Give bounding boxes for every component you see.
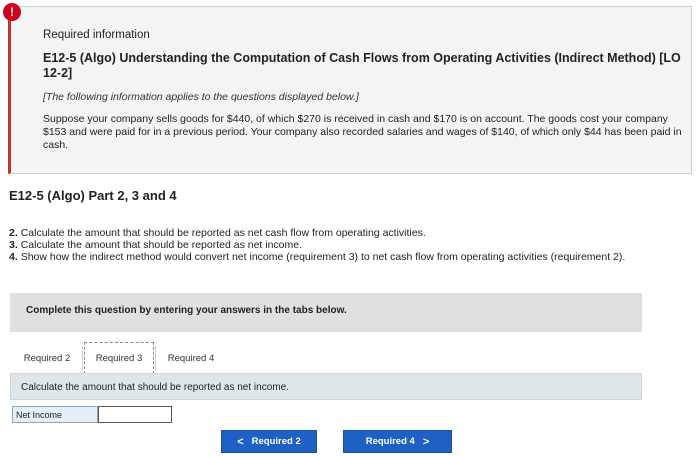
tab-instruction-bar: Calculate the amount that should be repo…	[10, 373, 642, 400]
next-required-button[interactable]: Required 4 >	[343, 430, 452, 453]
tab-required-4[interactable]: Required 4	[158, 342, 224, 374]
complete-question-text: Complete this question by entering your …	[26, 305, 347, 316]
question-list: 2. Calculate the amount that should be r…	[9, 227, 625, 263]
tab-required-2[interactable]: Required 2	[12, 342, 82, 374]
question-item: 2. Calculate the amount that should be r…	[9, 227, 426, 239]
scenario-text: Suppose your company sells goods for $44…	[43, 113, 682, 151]
part-title: E12-5 (Algo) Part 2, 3 and 4	[9, 188, 177, 203]
previous-button-label: Required 2	[251, 436, 301, 447]
exercise-title: E12-5 (Algo) Understanding the Computati…	[43, 51, 681, 80]
applies-note: [The following information applies to th…	[43, 91, 359, 103]
chevron-right-icon: >	[422, 435, 430, 448]
alert-icon: !	[3, 3, 21, 21]
tab-divider	[155, 346, 156, 370]
net-income-input[interactable]	[98, 406, 172, 423]
tab-divider	[82, 346, 83, 370]
previous-required-button[interactable]: < Required 2	[221, 430, 317, 453]
required-information-heading: Required information	[43, 29, 150, 41]
question-item: 4. Show how the indirect method would co…	[9, 251, 626, 263]
tab-instruction-text: Calculate the amount that should be repo…	[21, 382, 289, 393]
net-income-label: Net Income	[12, 406, 98, 423]
required-information-box: Required information E12-5 (Algo) Unders…	[8, 6, 692, 174]
tab-required-3[interactable]: Required 3	[84, 342, 154, 374]
complete-question-banner: Complete this question by entering your …	[10, 293, 642, 332]
question-item: 3. Calculate the amount that should be r…	[9, 239, 303, 251]
next-button-label: Required 4	[365, 436, 415, 447]
chevron-left-icon: <	[237, 435, 244, 448]
